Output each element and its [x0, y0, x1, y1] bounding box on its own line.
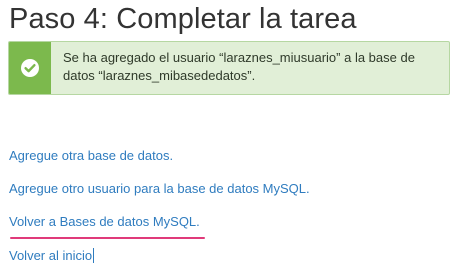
alert-icon-container — [9, 42, 51, 94]
success-alert: Se ha agregado el usuario “laraznes_mius… — [8, 41, 450, 95]
check-circle-icon — [20, 58, 40, 78]
page-title: Paso 4: Completar la tarea — [9, 3, 357, 35]
back-home-link[interactable]: Volver al inicio — [9, 248, 92, 263]
link-highlight-underline — [10, 237, 205, 239]
page: Paso 4: Completar la tarea Se ha agregad… — [0, 0, 460, 272]
add-database-link[interactable]: Agregue otra base de datos. — [9, 148, 173, 163]
back-home-link-wrapper[interactable]: Volver al inicio — [9, 248, 95, 263]
alert-message: Se ha agregado el usuario “laraznes_mius… — [63, 50, 415, 83]
add-user-link[interactable]: Agregue otro usuario para la base de dat… — [9, 181, 310, 196]
back-to-databases-link[interactable]: Volver a Bases de datos MySQL. — [9, 214, 200, 229]
text-cursor — [93, 248, 95, 263]
